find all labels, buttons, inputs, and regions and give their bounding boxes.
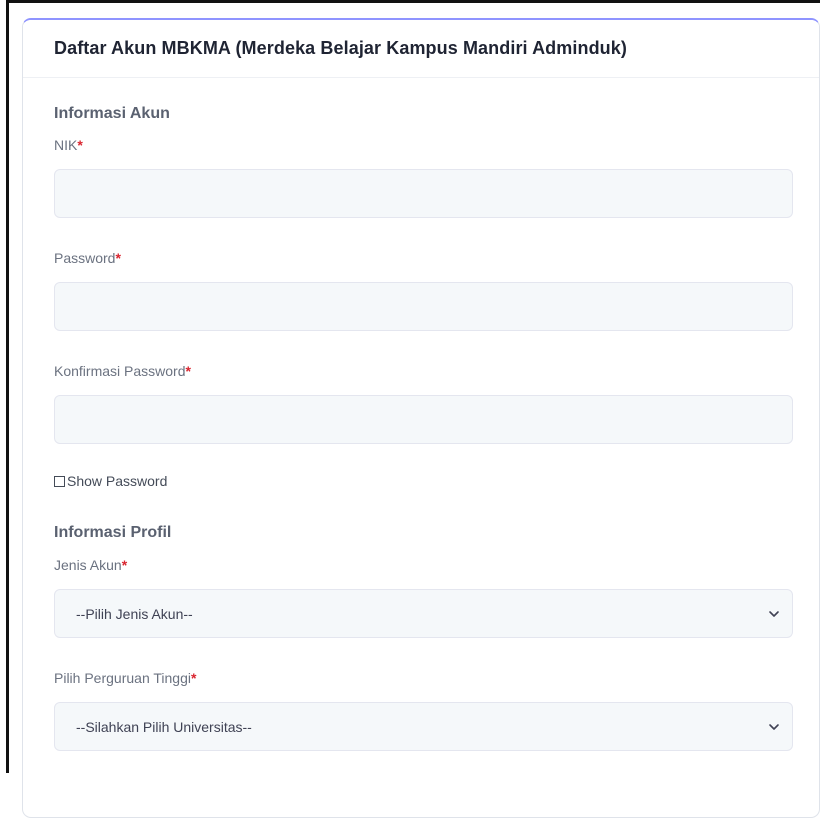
chevron-down-icon <box>769 723 779 730</box>
nik-label-text: NIK <box>54 137 78 153</box>
required-mark: * <box>185 363 191 379</box>
password-label: Password* <box>54 250 121 266</box>
card-title: Daftar Akun MBKMA (Merdeka Belajar Kampu… <box>54 38 627 58</box>
confirm-password-label-text: Konfirmasi Password <box>54 363 186 379</box>
confirm-password-input[interactable] <box>54 395 793 444</box>
university-selected-value: --Silahkan Pilih Universitas-- <box>76 718 252 735</box>
required-mark: * <box>190 670 197 686</box>
confirm-password-label: Konfirmasi Password* <box>54 363 191 379</box>
university-label: Pilih Perguruan Tinggi* <box>54 670 196 686</box>
show-password-toggle[interactable]: Show Password <box>54 473 167 489</box>
card-header: Daftar Akun MBKMA (Merdeka Belajar Kampu… <box>23 20 819 78</box>
university-select[interactable]: --Silahkan Pilih Universitas-- <box>54 702 793 751</box>
chevron-down-icon <box>769 610 779 617</box>
profile-section-title: Informasi Profil <box>54 524 172 541</box>
account-type-selected-value: --Pilih Jenis Akun-- <box>76 605 193 622</box>
required-mark: * <box>77 137 83 153</box>
account-section-title: Informasi Akun <box>54 105 170 122</box>
password-label-text: Password <box>54 250 116 266</box>
show-password-checkbox[interactable] <box>54 475 65 487</box>
nik-input[interactable] <box>54 169 793 218</box>
required-mark: * <box>121 557 128 573</box>
required-mark: * <box>115 250 121 266</box>
screenshot-frame-top <box>6 0 820 3</box>
university-label-text: Pilih Perguruan Tinggi <box>54 670 191 686</box>
nik-label: NIK* <box>54 137 83 153</box>
account-type-label: Jenis Akun* <box>54 557 127 573</box>
password-input[interactable] <box>54 282 793 331</box>
account-type-select[interactable]: --Pilih Jenis Akun-- <box>54 589 793 638</box>
show-password-label: Show Password <box>67 473 168 489</box>
screenshot-frame-left <box>6 0 9 773</box>
registration-card: Daftar Akun MBKMA (Merdeka Belajar Kampu… <box>22 18 820 818</box>
account-type-label-text: Jenis Akun <box>54 557 122 573</box>
